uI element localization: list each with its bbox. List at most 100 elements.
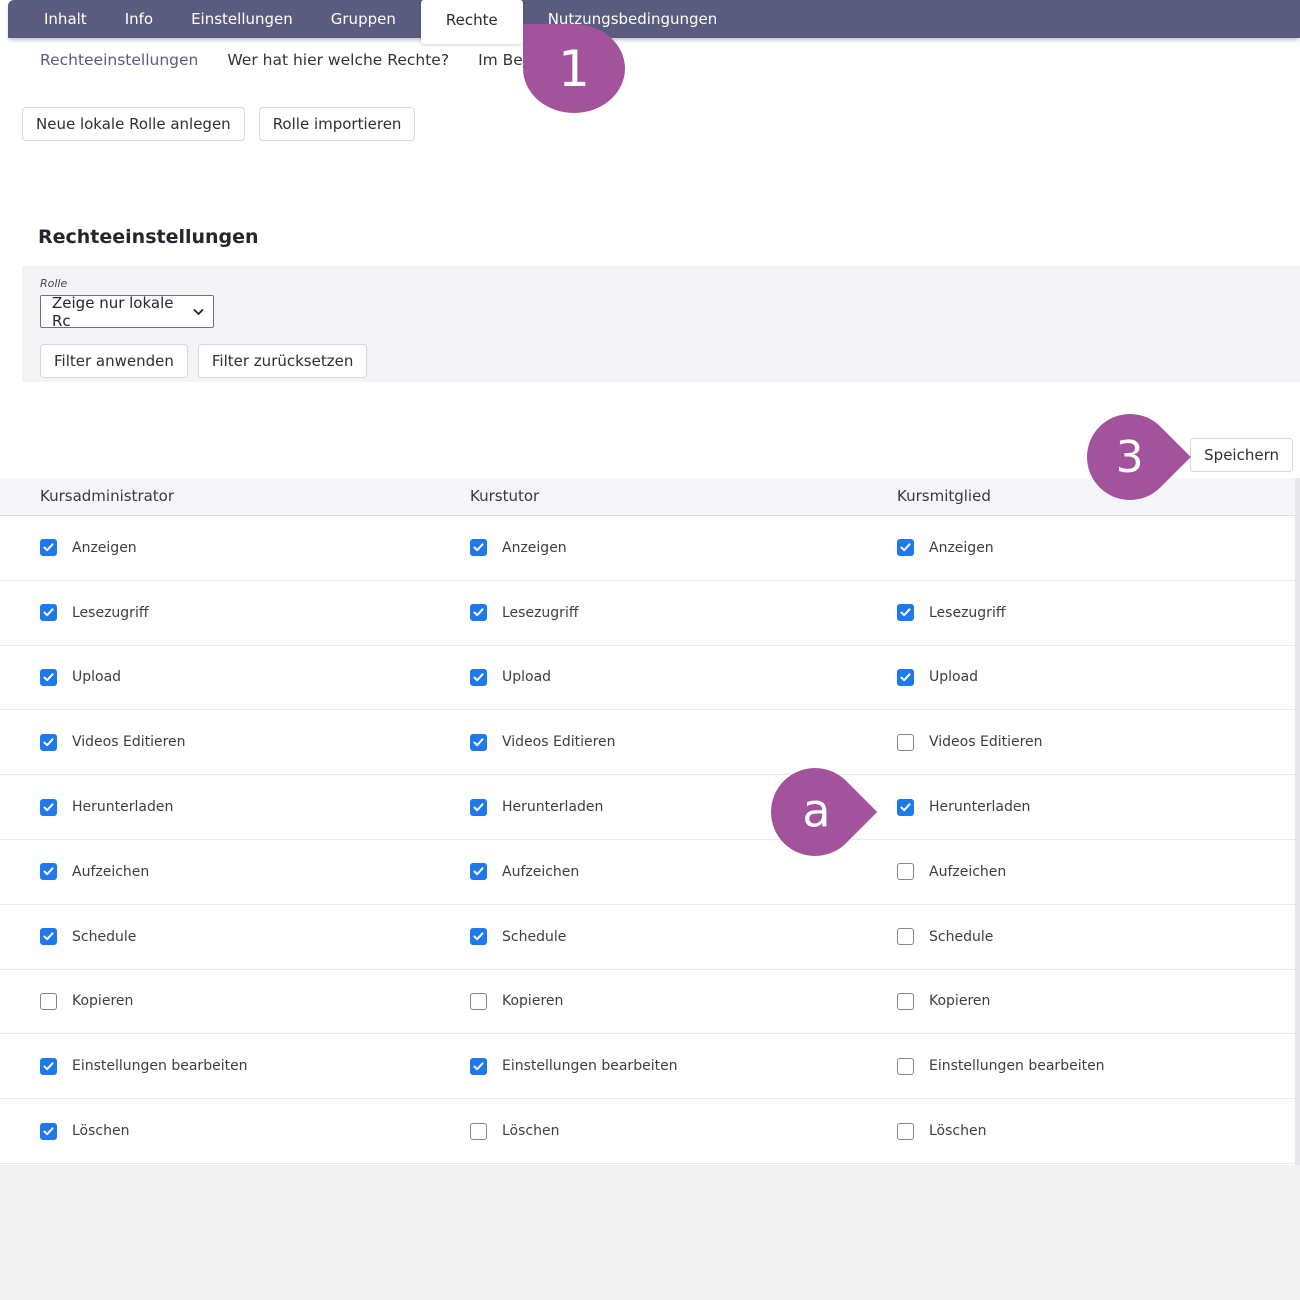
- kursadministrator-schedule-cell[interactable]: Schedule: [0, 928, 430, 945]
- checkbox-checked-icon[interactable]: [470, 604, 487, 621]
- checkbox-checked-icon[interactable]: [897, 669, 914, 686]
- permissions-table-body: Anzeigen Anzeigen Anzeigen Lesezugriff Lesez…: [0, 516, 1300, 1164]
- new-local-role-button[interactable]: Neue lokale Rolle anlegen: [22, 107, 245, 141]
- permission-label: Aufzeichen: [72, 864, 149, 880]
- annotation-balloon-1: 1: [523, 24, 625, 113]
- tab-rechte[interactable]: Rechte: [421, 0, 523, 44]
- page-title: Rechteeinstellungen: [38, 226, 259, 248]
- checkbox-checked-icon[interactable]: [40, 1058, 57, 1075]
- checkbox-checked-icon[interactable]: [470, 799, 487, 816]
- table-row-schedule: Schedule Schedule Schedule: [0, 905, 1300, 970]
- kursmitglied-schedule-cell[interactable]: Schedule: [857, 928, 1300, 945]
- checkbox-unchecked-icon[interactable]: [897, 734, 914, 751]
- subtab-wer-hat-welche-rechte[interactable]: Wer hat hier welche Rechte?: [227, 51, 449, 69]
- kurstutor-einstellungen-bearbeiten-cell[interactable]: Einstellungen bearbeiten: [430, 1058, 857, 1075]
- permission-label: Schedule: [502, 929, 566, 945]
- checkbox-checked-icon[interactable]: [470, 863, 487, 880]
- checkbox-unchecked-icon[interactable]: [897, 928, 914, 945]
- permission-label: Lesezugriff: [929, 605, 1005, 621]
- tab-inhalt[interactable]: Inhalt: [25, 0, 106, 38]
- tab-info[interactable]: Info: [106, 0, 172, 38]
- permission-label: Anzeigen: [502, 540, 567, 556]
- save-button[interactable]: Speichern: [1190, 438, 1293, 472]
- permission-label: Upload: [929, 669, 978, 685]
- table-row-herunterladen: HerunterladenHerunterladenHerunterladen: [0, 775, 1300, 840]
- footer-band: [0, 1165, 1300, 1300]
- checkbox-checked-icon[interactable]: [470, 734, 487, 751]
- checkbox-checked-icon[interactable]: [40, 539, 57, 556]
- checkbox-checked-icon[interactable]: [470, 669, 487, 686]
- table-scrollbar[interactable]: [1295, 478, 1300, 1165]
- kursadministrator-herunterladen-cell[interactable]: Herunterladen: [0, 799, 430, 816]
- role-filter-label: Rolle: [40, 277, 1300, 290]
- kurstutor-lesezugriff-cell[interactable]: Lesezugriff: [430, 604, 857, 621]
- filter-apply-button[interactable]: Filter anwenden: [40, 344, 188, 378]
- checkbox-checked-icon[interactable]: [897, 799, 914, 816]
- kurstutor-schedule-cell[interactable]: Schedule: [430, 928, 857, 945]
- annotation-balloon-a-label: a: [802, 784, 830, 838]
- chevron-down-icon: [193, 308, 204, 316]
- kursmitglied-l-schen-cell[interactable]: Löschen: [857, 1123, 1300, 1140]
- checkbox-checked-icon[interactable]: [470, 1058, 487, 1075]
- permission-label: Löschen: [929, 1123, 986, 1139]
- permission-label: Einstellungen bearbeiten: [502, 1058, 678, 1074]
- permission-label: Anzeigen: [929, 540, 994, 556]
- checkbox-unchecked-icon[interactable]: [470, 1123, 487, 1140]
- checkbox-unchecked-icon[interactable]: [470, 993, 487, 1010]
- permission-label: Lesezugriff: [502, 605, 578, 621]
- filter-reset-button[interactable]: Filter zurücksetzen: [198, 344, 367, 378]
- kursmitglied-kopieren-cell[interactable]: Kopieren: [857, 993, 1300, 1010]
- permission-label: Aufzeichen: [502, 864, 579, 880]
- kursadministrator-videos-editieren-cell[interactable]: Videos Editieren: [0, 734, 430, 751]
- checkbox-unchecked-icon[interactable]: [897, 1123, 914, 1140]
- kursadministrator-aufzeichen-cell[interactable]: Aufzeichen: [0, 863, 430, 880]
- role-filter-select[interactable]: Zeige nur lokale Rc: [40, 295, 214, 328]
- permission-label: Lesezugriff: [72, 605, 148, 621]
- tab-gruppen[interactable]: Gruppen: [312, 0, 415, 38]
- checkbox-unchecked-icon[interactable]: [897, 863, 914, 880]
- permission-label: Einstellungen bearbeiten: [72, 1058, 248, 1074]
- kursadministrator-anzeigen-cell[interactable]: Anzeigen: [0, 539, 430, 556]
- kurstutor-anzeigen-cell[interactable]: Anzeigen: [430, 539, 857, 556]
- checkbox-checked-icon[interactable]: [40, 863, 57, 880]
- kursmitglied-videos-editieren-cell[interactable]: Videos Editieren: [857, 734, 1300, 751]
- kurstutor-videos-editieren-cell[interactable]: Videos Editieren: [430, 734, 857, 751]
- role-actions-row: Neue lokale Rolle anlegen Rolle importie…: [22, 107, 415, 141]
- kursmitglied-einstellungen-bearbeiten-cell[interactable]: Einstellungen bearbeiten: [857, 1058, 1300, 1075]
- kurstutor-upload-cell[interactable]: Upload: [430, 669, 857, 686]
- kursmitglied-aufzeichen-cell[interactable]: Aufzeichen: [857, 863, 1300, 880]
- checkbox-checked-icon[interactable]: [40, 669, 57, 686]
- table-row-videos-editieren: Videos EditierenVideos EditierenVideos E…: [0, 710, 1300, 775]
- kursadministrator-einstellungen-bearbeiten-cell[interactable]: Einstellungen bearbeiten: [0, 1058, 430, 1075]
- checkbox-checked-icon[interactable]: [470, 928, 487, 945]
- kursadministrator-l-schen-cell[interactable]: Löschen: [0, 1123, 430, 1140]
- kursadministrator-upload-cell[interactable]: Upload: [0, 669, 430, 686]
- import-role-button[interactable]: Rolle importieren: [259, 107, 416, 141]
- checkbox-unchecked-icon[interactable]: [897, 993, 914, 1010]
- kursmitglied-herunterladen-cell[interactable]: Herunterladen: [857, 799, 1300, 816]
- checkbox-checked-icon[interactable]: [40, 604, 57, 621]
- kurstutor-kopieren-cell[interactable]: Kopieren: [430, 993, 857, 1010]
- checkbox-checked-icon[interactable]: [897, 539, 914, 556]
- kurstutor-aufzeichen-cell[interactable]: Aufzeichen: [430, 863, 857, 880]
- checkbox-unchecked-icon[interactable]: [40, 993, 57, 1010]
- permission-label: Anzeigen: [72, 540, 137, 556]
- kursadministrator-lesezugriff-cell[interactable]: Lesezugriff: [0, 604, 430, 621]
- subtab-rechteeinstellungen[interactable]: Rechteeinstellungen: [40, 51, 198, 69]
- kursadministrator-kopieren-cell[interactable]: Kopieren: [0, 993, 430, 1010]
- column-header-kurstutor: Kurstutor: [430, 478, 857, 515]
- checkbox-checked-icon[interactable]: [40, 799, 57, 816]
- kurstutor-l-schen-cell[interactable]: Löschen: [430, 1123, 857, 1140]
- kursmitglied-anzeigen-cell[interactable]: Anzeigen: [857, 539, 1300, 556]
- column-header-kursadministrator: Kursadministrator: [0, 478, 430, 515]
- checkbox-unchecked-icon[interactable]: [897, 1058, 914, 1075]
- permission-label: Upload: [502, 669, 551, 685]
- checkbox-checked-icon[interactable]: [897, 604, 914, 621]
- checkbox-checked-icon[interactable]: [40, 928, 57, 945]
- checkbox-checked-icon[interactable]: [470, 539, 487, 556]
- kursmitglied-upload-cell[interactable]: Upload: [857, 669, 1300, 686]
- checkbox-checked-icon[interactable]: [40, 734, 57, 751]
- tab-einstellungen[interactable]: Einstellungen: [172, 0, 312, 38]
- checkbox-checked-icon[interactable]: [40, 1123, 57, 1140]
- kursmitglied-lesezugriff-cell[interactable]: Lesezugriff: [857, 604, 1300, 621]
